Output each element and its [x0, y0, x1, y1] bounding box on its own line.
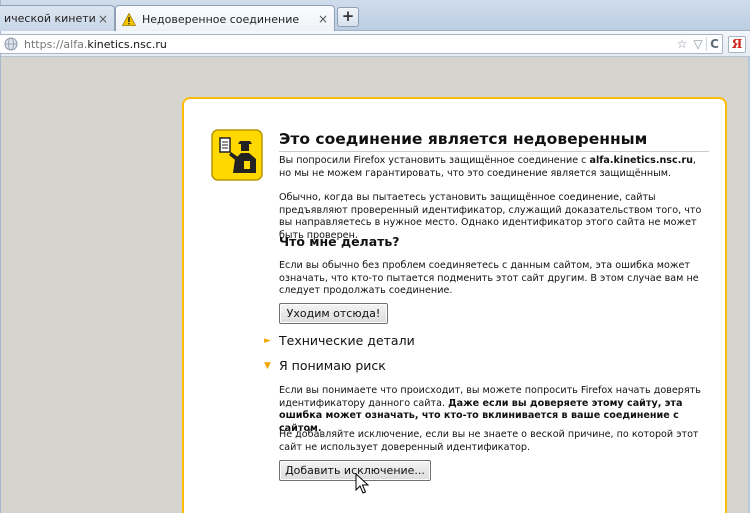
understand-risk-heading[interactable]: Я понимаю риск [279, 358, 386, 373]
yandex-search-icon[interactable]: Я [728, 36, 746, 53]
tab-untrusted-connection[interactable]: Недоверенное соединение × [115, 5, 335, 32]
collapsed-arrow-icon[interactable]: ► [264, 336, 271, 346]
tab-label: Недоверенное соединение [142, 12, 300, 26]
history-dropdown-icon[interactable]: ▽ [690, 37, 706, 51]
intro-prefix: Вы попросили Firefox установить защищённ… [279, 155, 590, 166]
warning-icon [122, 12, 136, 26]
browser-window: ической кинетики и... × Недоверенное сое… [0, 0, 750, 513]
reload-icon[interactable]: C [706, 37, 722, 51]
what-to-do-text: Если вы обычно без проблем соединяетесь … [279, 260, 699, 296]
intro-text: Вы попросили Firefox установить защищённ… [279, 155, 709, 180]
page-title: Это соединение является недоверенным [279, 130, 709, 152]
error-box: Это соединение является недоверенным Вы … [182, 97, 727, 513]
tab-kinetics[interactable]: ической кинетики и... × [0, 5, 115, 31]
mouse-cursor-icon [355, 473, 369, 494]
expanded-arrow-icon[interactable]: ▼ [264, 361, 271, 371]
navigation-bar: https://alfa.kinetics.nsc.ru ☆ ▽ C Я [0, 31, 750, 57]
technical-details-heading[interactable]: Технические детали [279, 333, 415, 348]
tab-label: ической кинетики и... [4, 12, 96, 25]
globe-icon [4, 37, 18, 51]
risk-text: Если вы понимаете что происходит, вы мож… [279, 385, 709, 435]
url-text[interactable]: https://alfa.kinetics.nsc.ru [24, 38, 674, 51]
what-to-do-heading: Что мне делать? [279, 234, 400, 249]
bookmark-star-icon[interactable]: ☆ [674, 37, 690, 51]
tab-strip: ической кинетики и... × Недоверенное сое… [0, 0, 750, 32]
get-me-out-button[interactable]: Уходим отсюда! [279, 303, 388, 324]
url-prefix: https://alfa. [24, 37, 88, 51]
risk-text-2: Не добавляйте исключение, если вы не зна… [279, 429, 699, 453]
close-icon[interactable]: × [316, 12, 330, 26]
close-icon[interactable]: × [96, 12, 110, 26]
page-content: Это соединение является недоверенным Вы … [2, 58, 748, 513]
new-tab-button[interactable]: + [337, 7, 359, 27]
officer-certificate-icon [211, 129, 263, 181]
intro-host: alfa.kinetics.nsc.ru [589, 155, 693, 166]
url-bar[interactable]: https://alfa.kinetics.nsc.ru ☆ ▽ C [0, 34, 723, 54]
url-domain: kinetics.nsc.ru [87, 37, 167, 51]
